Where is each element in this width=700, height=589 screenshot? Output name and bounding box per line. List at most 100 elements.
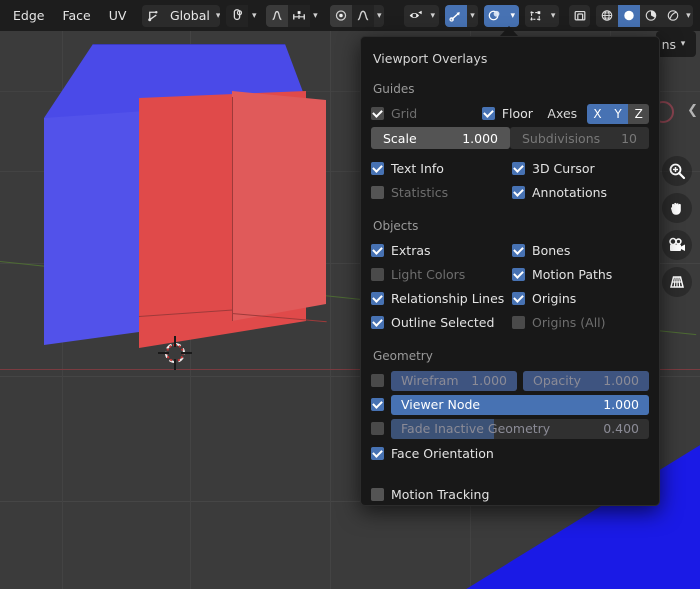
falloff-shape-icon[interactable]: [352, 4, 375, 27]
viewport-overlays-popup: Viewport Overlays Guides Grid Floor Axes…: [360, 36, 660, 506]
edge-select-mode[interactable]: Edge: [4, 5, 53, 27]
solid-shading-icon[interactable]: [617, 4, 640, 27]
slider-wireframe[interactable]: Wirefram 1.000: [391, 370, 517, 391]
chevron-down-icon[interactable]: ▾: [374, 5, 384, 27]
checkbox-icon[interactable]: [371, 398, 384, 411]
overlays-group[interactable]: ▾: [484, 4, 519, 27]
checkbox-icon[interactable]: [512, 244, 525, 257]
toggle-face-orientation[interactable]: Face Orientation: [371, 446, 649, 461]
chevron-down-icon[interactable]: ▾: [676, 33, 690, 55]
camera-view-icon[interactable]: [662, 230, 692, 260]
field-subdivisions[interactable]: Subdivisions 10: [510, 127, 649, 149]
gizmo-icon[interactable]: [444, 4, 467, 27]
checkbox-icon[interactable]: [371, 186, 384, 199]
objects-row-4: Outline Selected Origins (All): [371, 312, 649, 333]
slider-fade-inactive-geometry[interactable]: Fade Inactive Geometry 0.400: [391, 418, 649, 439]
mirror-group[interactable]: ▾: [330, 4, 385, 27]
toggle-extras[interactable]: Extras: [371, 243, 508, 258]
axis-toggle-z[interactable]: Z: [628, 103, 649, 124]
chevron-down-icon[interactable]: ▾: [547, 5, 559, 27]
checkbox-icon[interactable]: [371, 162, 384, 175]
visibility-eye-icon[interactable]: [404, 4, 427, 27]
axes-toggle-group[interactable]: X Y Z: [587, 103, 649, 124]
blender-window: Y ❮: [0, 0, 700, 589]
rendered-shading-icon[interactable]: [661, 4, 684, 27]
checkbox-icon[interactable]: [371, 422, 384, 435]
checkbox-icon[interactable]: [371, 292, 384, 305]
toggle-motion-tracking[interactable]: Motion Tracking: [371, 487, 649, 502]
overlays-icon[interactable]: [484, 4, 507, 27]
toggle-xray-icon[interactable]: [568, 4, 590, 27]
checkbox-icon[interactable]: [512, 186, 525, 199]
checkbox-icon[interactable]: [512, 316, 525, 329]
objects-row-3: Relationship Lines Origins: [371, 288, 649, 309]
checkbox-icon[interactable]: [512, 292, 525, 305]
proportional-editing-icon[interactable]: [266, 4, 289, 27]
axis-toggle-x[interactable]: X: [587, 103, 608, 124]
mirror-icon[interactable]: [330, 4, 353, 27]
uv-menu[interactable]: UV: [100, 5, 136, 27]
checkbox-icon[interactable]: [371, 374, 384, 387]
field-scale[interactable]: Scale 1.000: [371, 127, 510, 149]
chevron-down-icon[interactable]: ▾: [506, 4, 519, 27]
zoom-view-icon[interactable]: [662, 156, 692, 186]
checkbox-icon[interactable]: [481, 107, 495, 120]
transform-orientation-group[interactable]: Global ▾: [141, 4, 221, 27]
toggle-origins-all[interactable]: Origins (All): [512, 315, 649, 330]
toggle-perspective-icon[interactable]: [662, 267, 692, 297]
checkbox-icon[interactable]: [512, 162, 525, 175]
cube-face-right: [232, 91, 326, 321]
3d-cursor: [158, 336, 192, 370]
xray-group[interactable]: ▾: [524, 4, 560, 27]
xray-toggle-icon[interactable]: [524, 4, 548, 27]
toggle-statistics[interactable]: Statistics: [371, 185, 508, 200]
checkbox-icon[interactable]: [371, 107, 384, 120]
checkbox-icon[interactable]: [371, 447, 384, 460]
toggle-annotations[interactable]: Annotations: [512, 185, 649, 200]
checkbox-icon[interactable]: [371, 316, 384, 329]
wireframe-shading-icon[interactable]: [595, 4, 618, 27]
visibility-group[interactable]: ▾: [404, 4, 439, 27]
pan-view-icon[interactable]: [662, 193, 692, 223]
chevron-down-icon[interactable]: ▾: [248, 5, 260, 27]
snap-group[interactable]: ▾: [226, 4, 260, 27]
chevron-down-icon[interactable]: ▾: [216, 5, 221, 27]
toggle-xray-button-group[interactable]: [568, 4, 590, 27]
toggle-text-info[interactable]: Text Info: [371, 161, 508, 176]
toggle-origins[interactable]: Origins: [512, 291, 649, 306]
toggle-label: Origins (All): [532, 315, 606, 330]
slider-wireframe-opacity[interactable]: Opacity 1.000: [523, 370, 649, 391]
viewport-options-dropdown[interactable]: ns ▾: [655, 31, 696, 57]
checkbox-icon[interactable]: [371, 488, 384, 501]
slider-label: Fade Inactive Geometry: [401, 421, 551, 436]
checkbox-icon[interactable]: [371, 244, 384, 257]
toggle-relationship-lines[interactable]: Relationship Lines: [371, 291, 508, 306]
gizmo-group[interactable]: ▾: [444, 4, 479, 27]
transform-orientation-label[interactable]: Global: [164, 8, 216, 23]
shading-modes-group[interactable]: ▾: [595, 4, 693, 27]
toggle-grid[interactable]: Grid: [371, 106, 478, 121]
checkbox-icon[interactable]: [371, 268, 384, 281]
falloff-curve-icon[interactable]: [288, 4, 311, 27]
snap-magnet-icon[interactable]: [226, 4, 249, 27]
toggle-motion-paths[interactable]: Motion Paths: [512, 267, 649, 282]
toggle-light-colors[interactable]: Light Colors: [371, 267, 508, 282]
section-title-objects: Objects: [373, 219, 419, 233]
chevron-down-icon[interactable]: ▾: [427, 5, 439, 27]
axis-toggle-y[interactable]: Y: [607, 103, 629, 124]
material-preview-shading-icon[interactable]: [639, 4, 662, 27]
sidebar-collapse-icon[interactable]: ❮: [687, 103, 698, 118]
viewport-nav-tools: [662, 156, 692, 297]
toggle-outline-selected[interactable]: Outline Selected: [371, 315, 508, 330]
chevron-down-icon[interactable]: ▾: [684, 5, 693, 27]
chevron-down-icon[interactable]: ▾: [310, 5, 321, 27]
orientation-gizmo-icon[interactable]: [141, 4, 164, 27]
toggle-bones[interactable]: Bones: [512, 243, 649, 258]
checkbox-icon[interactable]: [512, 268, 525, 281]
chevron-down-icon[interactable]: ▾: [466, 4, 479, 27]
toggle-3d-cursor[interactable]: 3D Cursor: [512, 161, 649, 176]
slider-viewer-node[interactable]: Viewer Node 1.000: [391, 394, 649, 415]
toggle-floor[interactable]: Floor: [481, 106, 548, 121]
proportional-editing-group[interactable]: ▾: [266, 4, 321, 27]
face-select-mode[interactable]: Face: [53, 5, 99, 27]
